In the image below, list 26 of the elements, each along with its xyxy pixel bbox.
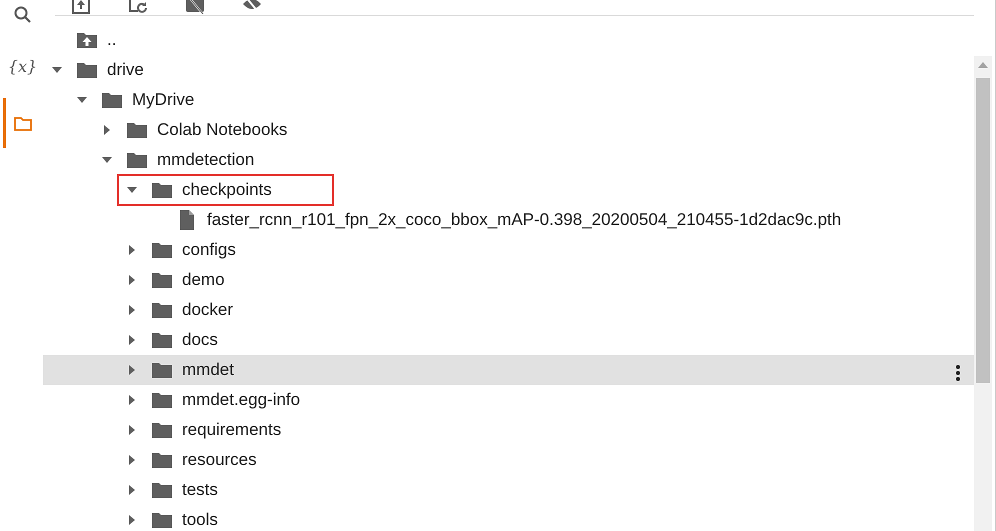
file-icon [177, 210, 197, 230]
folder-name[interactable]: requirements [182, 417, 282, 443]
folder-name[interactable]: tests [182, 477, 218, 503]
folder-name[interactable]: docs [182, 327, 218, 353]
refresh-icon [128, 0, 148, 14]
folder-name[interactable]: MyDrive [132, 87, 194, 113]
folder-name[interactable]: mmdet.egg-info [182, 387, 300, 413]
folder-name[interactable]: configs [182, 237, 236, 263]
search-icon [12, 5, 32, 25]
folder-name[interactable]: .. [107, 27, 116, 53]
folder-name[interactable]: checkpoints [182, 177, 272, 203]
drive-off-icon [185, 0, 205, 14]
upload-icon [71, 0, 91, 14]
file-name[interactable]: faster_rcnn_r101_fpn_2x_coco_bbox_mAP-0.398_20200504_210455-1d2dac9c.pth [207, 207, 842, 233]
scrollbar[interactable] [974, 56, 992, 531]
scrollbar-thumb[interactable] [976, 78, 990, 383]
folder-name[interactable]: demo [182, 267, 225, 293]
folder-name[interactable]: resources [182, 447, 257, 473]
folder-name[interactable]: drive [107, 57, 144, 83]
folder-name[interactable]: mmdetection [157, 147, 254, 173]
folder-name[interactable]: Colab Notebooks [157, 117, 288, 143]
variables-tab[interactable]: {x} [3, 42, 39, 92]
folder-name[interactable]: docker [182, 297, 234, 323]
tree-row-highlight[interactable]: mmdet [43, 354, 974, 385]
folder-name[interactable]: mmdet [182, 357, 234, 383]
folder-name[interactable]: tools [182, 507, 218, 531]
